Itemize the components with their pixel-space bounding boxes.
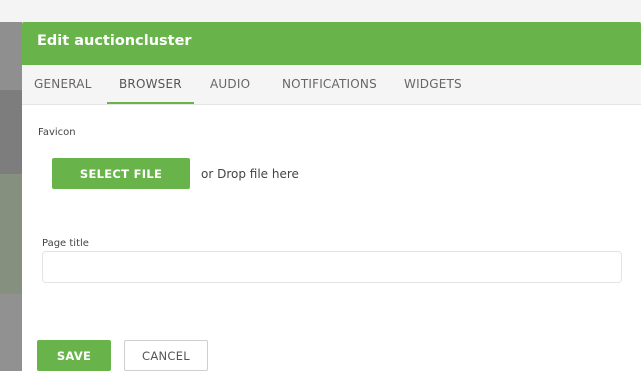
tab-widgets[interactable]: WIDGETS — [392, 65, 474, 104]
select-file-button[interactable]: SELECT FILE — [52, 158, 190, 189]
tab-audio[interactable]: AUDIO — [198, 65, 262, 104]
dialog-title: Edit auctioncluster — [37, 33, 192, 49]
favicon-label: Favicon — [38, 127, 76, 138]
backdrop-left-block — [0, 294, 22, 371]
tab-notifications[interactable]: NOTIFICATIONS — [270, 65, 389, 104]
save-button[interactable]: SAVE — [37, 340, 111, 371]
cancel-button[interactable]: CANCEL — [124, 340, 208, 371]
backdrop-left-block — [0, 90, 22, 174]
backdrop-left-block — [0, 174, 22, 294]
tab-browser[interactable]: BROWSER — [107, 65, 194, 104]
dialog-header: Edit auctioncluster — [22, 22, 641, 65]
tab-bar: GENERAL BROWSER AUDIO NOTIFICATIONS WIDG… — [22, 65, 641, 105]
page-title-label: Page title — [42, 238, 89, 249]
backdrop-top-bar — [0, 0, 641, 22]
tab-general[interactable]: GENERAL — [22, 65, 104, 104]
page-title-input[interactable] — [42, 251, 622, 283]
edit-dialog: Edit auctioncluster GENERAL BROWSER AUDI… — [22, 22, 641, 371]
drop-file-hint[interactable]: or Drop file here — [201, 167, 299, 181]
